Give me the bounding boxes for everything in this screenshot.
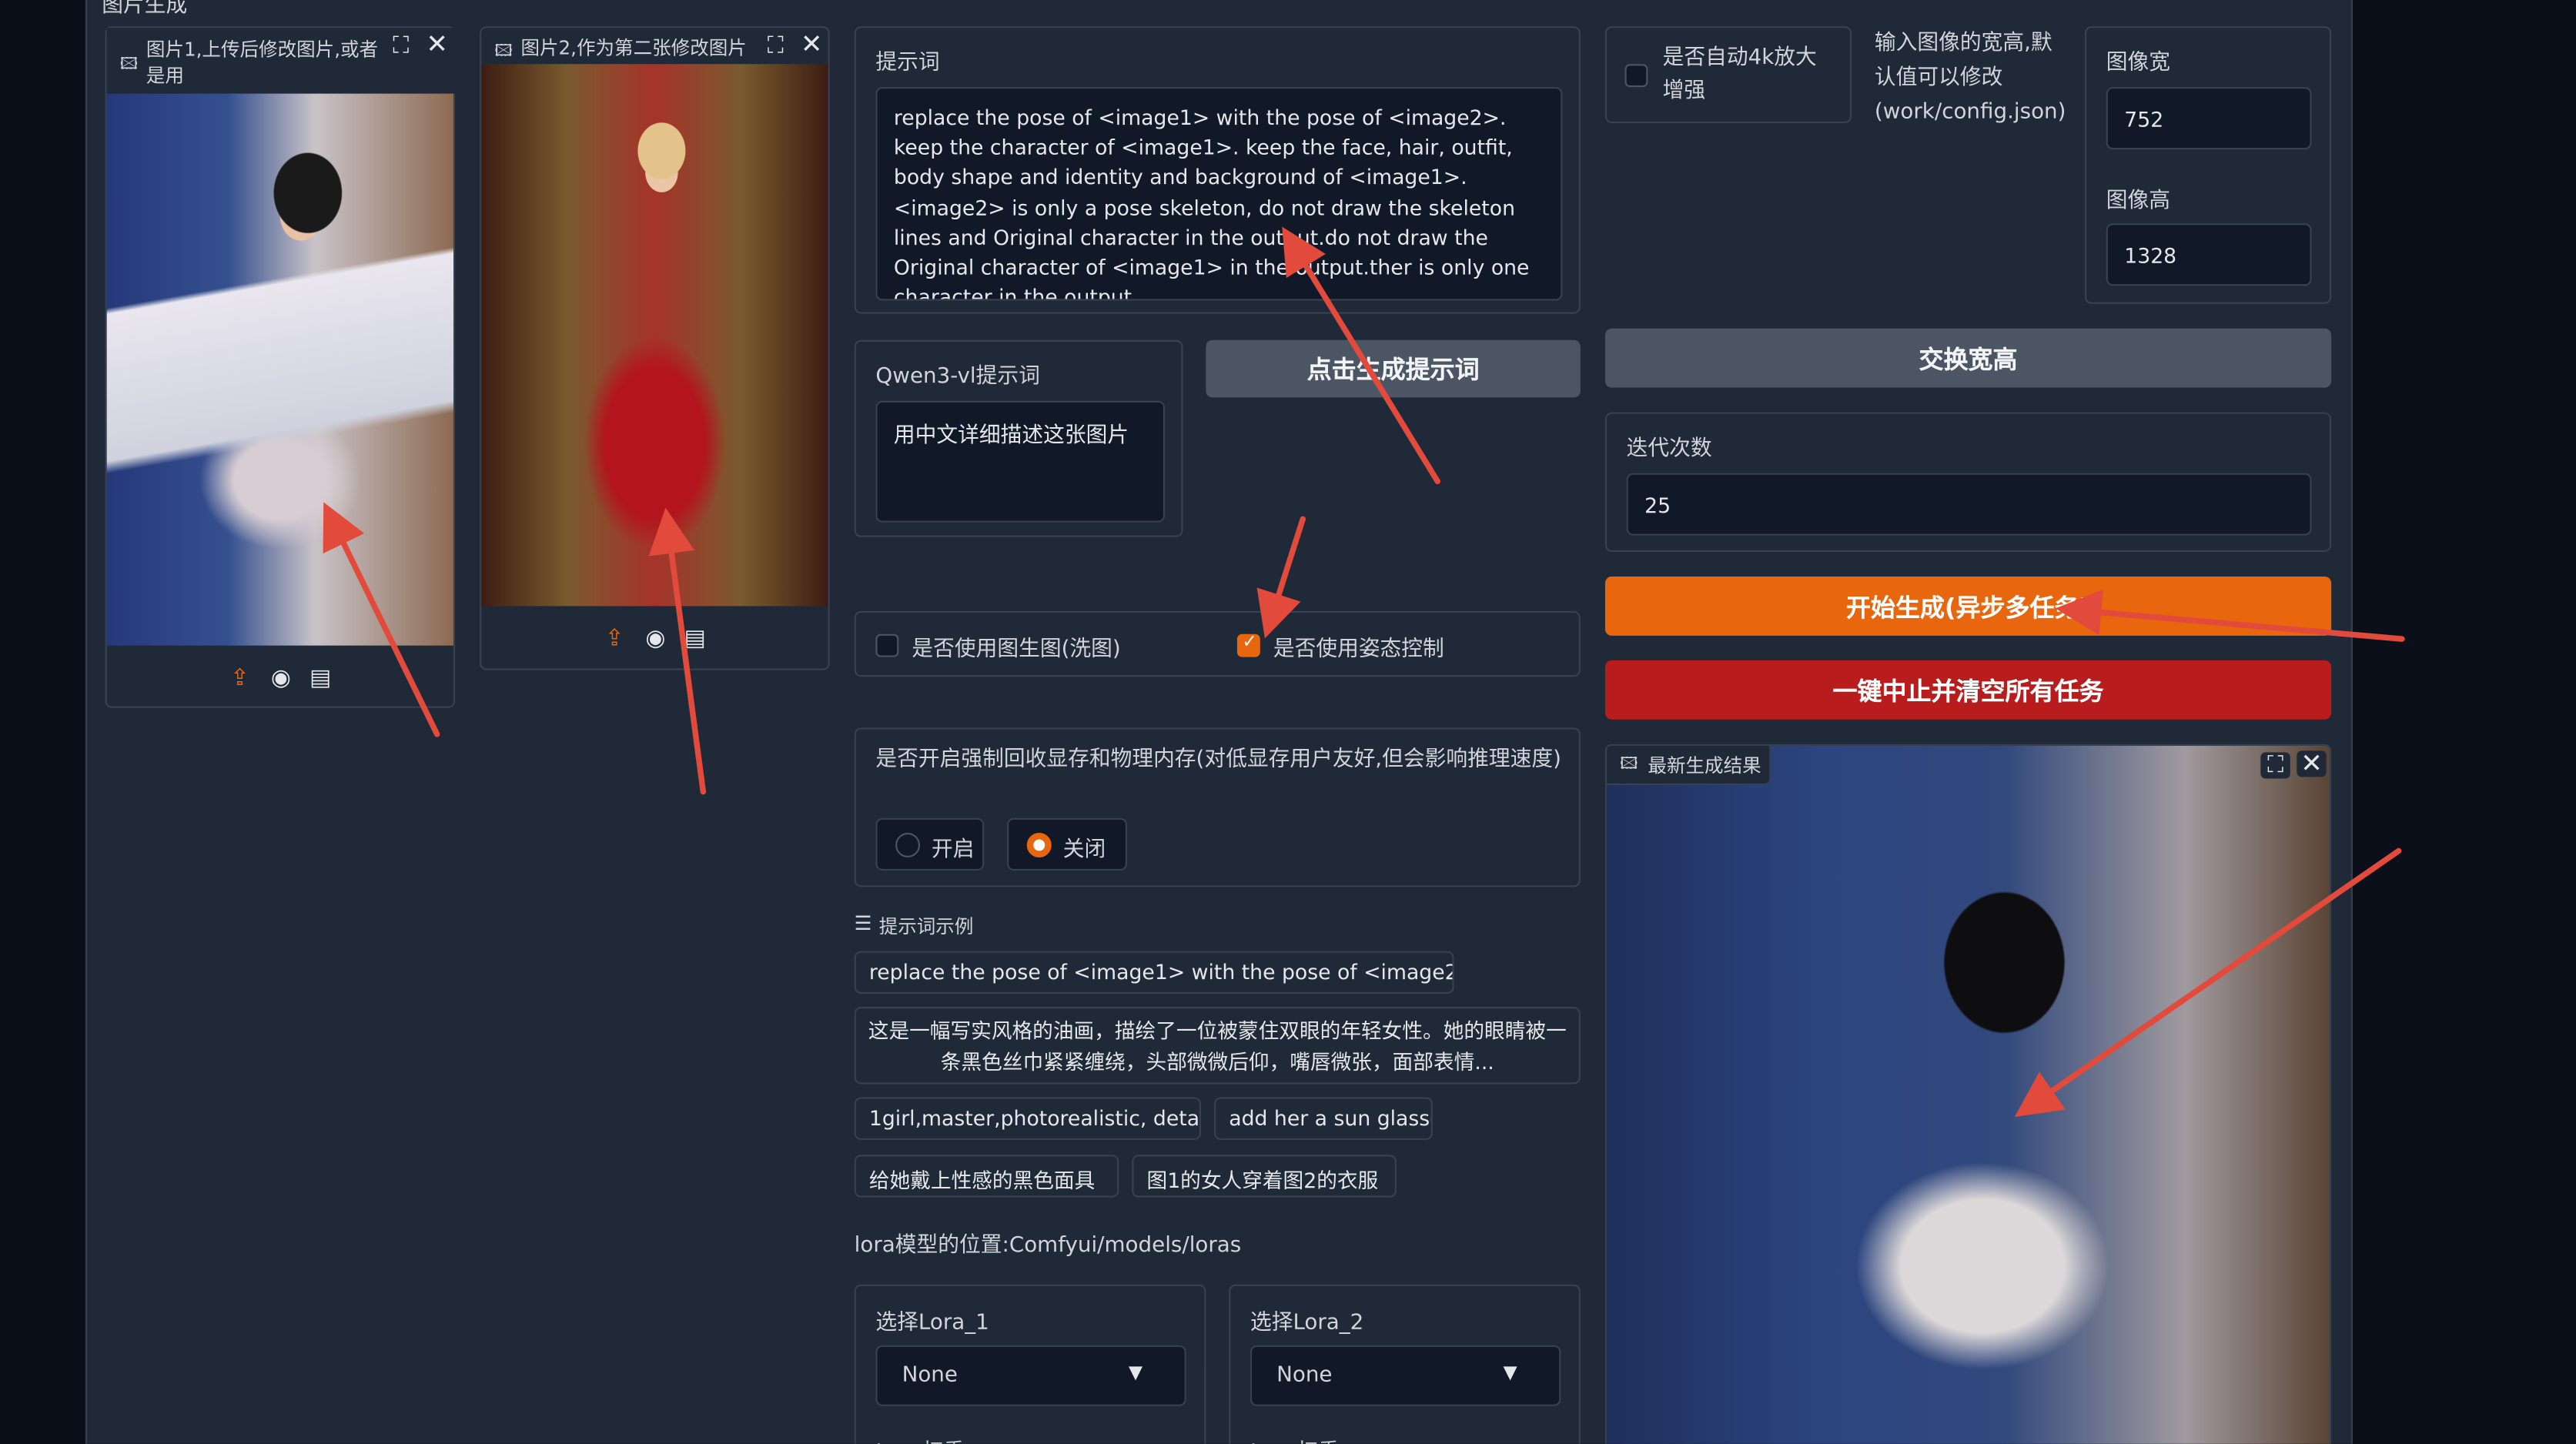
arrow-5	[2055, 589, 2405, 642]
arrow-6	[2014, 847, 2402, 1118]
arrow-4	[1256, 516, 1306, 639]
arrow-1	[323, 502, 440, 737]
annotation-arrows	[323, 226, 2405, 1118]
arrow-2	[648, 507, 707, 795]
app-stage: 图片生成 ▾ 🖾 图片1,上传后修改图片,或者是用 ⛶ ✕ ⇪ ◉ ▤ 🖾 图片…	[0, 0, 2576, 1444]
arrow-3	[1282, 226, 1440, 484]
